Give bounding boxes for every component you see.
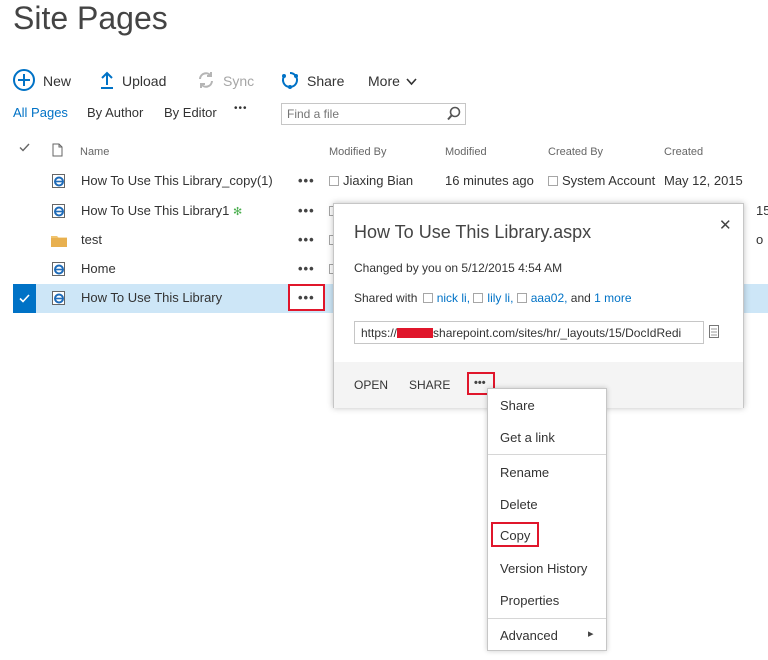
url-prefix: https:// — [361, 326, 398, 340]
sync-button[interactable]: Sync — [197, 70, 254, 92]
page-title: Site Pages — [13, 0, 168, 36]
column-header-modified[interactable]: Modified — [445, 146, 487, 158]
row-name-link[interactable]: test — [81, 232, 102, 247]
upload-icon — [100, 71, 114, 92]
views-more-button[interactable]: ••• — [234, 103, 248, 114]
share-action[interactable]: SHARE — [409, 378, 450, 392]
ellipsis-icon: ••• — [474, 377, 486, 389]
row-modified: 16 minutes ago — [445, 173, 534, 188]
url-rest: sharepoint.com/sites/hr/_layouts/15/DocI… — [433, 326, 682, 340]
new-button[interactable]: New — [13, 68, 72, 94]
shared-more-link[interactable]: 1 more — [594, 291, 631, 305]
sync-icon — [197, 71, 215, 92]
view-by-editor[interactable]: By Editor — [164, 105, 217, 120]
shared-user-link[interactable]: lily li, — [487, 291, 513, 305]
context-menu: Share Get a link Rename Delete Copy Vers… — [487, 388, 607, 651]
file-type-header-icon — [52, 143, 63, 160]
row-name-link[interactable]: How To Use This Library_copy(1) — [81, 173, 273, 188]
submenu-arrow-icon: ▸ — [588, 628, 594, 640]
row-ellipsis-button[interactable]: ••• — [298, 203, 315, 218]
folder-icon — [51, 234, 67, 250]
presence-icon — [516, 293, 527, 303]
ellipsis-icon: ••• — [298, 290, 315, 305]
callout-title: How To Use This Library.aspx — [354, 222, 592, 242]
callout-shared-with: Shared with nick li, lily li, aaa02, and… — [354, 291, 632, 305]
row-created-by: System Account — [548, 173, 655, 188]
upload-label: Upload — [122, 73, 167, 89]
row-ellipsis-button[interactable]: ••• — [298, 232, 315, 247]
new-icon — [13, 68, 35, 94]
view-all-pages[interactable]: All Pages — [13, 105, 68, 120]
menu-divider — [488, 618, 606, 619]
menu-item-share[interactable]: Share — [500, 398, 535, 413]
row-created: May 12, 2015 — [664, 173, 743, 188]
page-file-icon — [51, 290, 67, 309]
column-header-name[interactable]: Name — [80, 146, 109, 158]
row-ellipsis-button[interactable]: ••• — [298, 261, 315, 276]
row-name-link[interactable]: How To Use This Library — [81, 290, 222, 305]
upload-button[interactable]: Upload — [100, 70, 166, 92]
close-icon[interactable]: ✕ — [719, 216, 732, 234]
menu-item-get-a-link[interactable]: Get a link — [500, 430, 555, 445]
row-ellipsis-button-highlighted[interactable]: ••• — [288, 284, 325, 311]
shared-user-link[interactable]: aaa02, — [531, 291, 568, 305]
menu-item-copy-highlight[interactable]: Copy — [491, 522, 539, 547]
copy-url-icon[interactable] — [709, 325, 719, 341]
page-file-icon — [51, 173, 67, 192]
presence-icon — [422, 293, 433, 303]
select-all-checkmark-icon[interactable] — [19, 143, 30, 155]
row-modified-by: Jiaxing Bian — [329, 173, 413, 188]
search-icon[interactable] — [447, 106, 461, 124]
file-callout: How To Use This Library.aspx ✕ Changed b… — [333, 203, 744, 408]
chevron-down-icon — [406, 73, 417, 89]
row-created-partial: o — [756, 232, 764, 247]
presence-icon — [329, 176, 339, 186]
redacted-block — [397, 328, 434, 338]
menu-item-advanced[interactable]: Advanced — [500, 628, 558, 643]
sync-label: Sync — [223, 73, 255, 89]
search-input[interactable] — [282, 104, 442, 124]
callout-changed-info: Changed by you on 5/12/2015 4:54 AM — [354, 261, 563, 275]
new-badge-icon: ✻ — [232, 206, 243, 218]
page-file-icon — [51, 261, 67, 280]
row-select-checkbox[interactable] — [13, 284, 36, 313]
more-label: More — [368, 73, 400, 89]
shared-user-link[interactable]: nick li, — [437, 291, 470, 305]
column-header-created[interactable]: Created — [664, 146, 703, 158]
row-name-text: How To Use This Library1 — [81, 203, 230, 218]
menu-item-rename[interactable]: Rename — [500, 465, 549, 480]
view-by-author[interactable]: By Author — [87, 105, 143, 120]
search-box — [281, 103, 466, 125]
row-name-link[interactable]: How To Use This Library1 ✻ — [81, 203, 242, 218]
menu-item-version-history[interactable]: Version History — [500, 561, 587, 576]
share-icon — [281, 71, 299, 92]
column-header-modified-by[interactable]: Modified By — [329, 146, 386, 158]
menu-item-copy: Copy — [500, 528, 531, 543]
more-button[interactable]: More — [368, 70, 417, 92]
row-name-link[interactable]: Home — [81, 261, 116, 276]
menu-divider — [488, 454, 606, 455]
share-label: Share — [307, 73, 345, 89]
table-row[interactable]: How To Use This Library_copy(1) ••• Jiax… — [13, 167, 768, 196]
document-url-field[interactable]: https:// sharepoint.com/sites/hr/_layouts… — [354, 321, 704, 344]
new-label: New — [43, 73, 72, 89]
column-header-created-by[interactable]: Created By — [548, 146, 603, 158]
row-created-partial: 15 — [756, 203, 768, 218]
open-action[interactable]: OPEN — [354, 378, 388, 392]
row-created-by-name[interactable]: System Account — [562, 173, 655, 188]
page-file-icon — [51, 203, 67, 222]
menu-item-delete[interactable]: Delete — [500, 497, 538, 512]
presence-icon — [548, 176, 558, 186]
shared-and-label: and — [570, 291, 591, 305]
presence-icon — [473, 293, 484, 303]
row-ellipsis-button[interactable]: ••• — [298, 173, 315, 188]
menu-item-properties[interactable]: Properties — [500, 593, 559, 608]
checkmark-icon — [19, 294, 30, 303]
row-modified-by-name[interactable]: Jiaxing Bian — [343, 173, 413, 188]
share-button[interactable]: Share — [281, 70, 344, 92]
shared-with-label: Shared with — [354, 291, 418, 305]
